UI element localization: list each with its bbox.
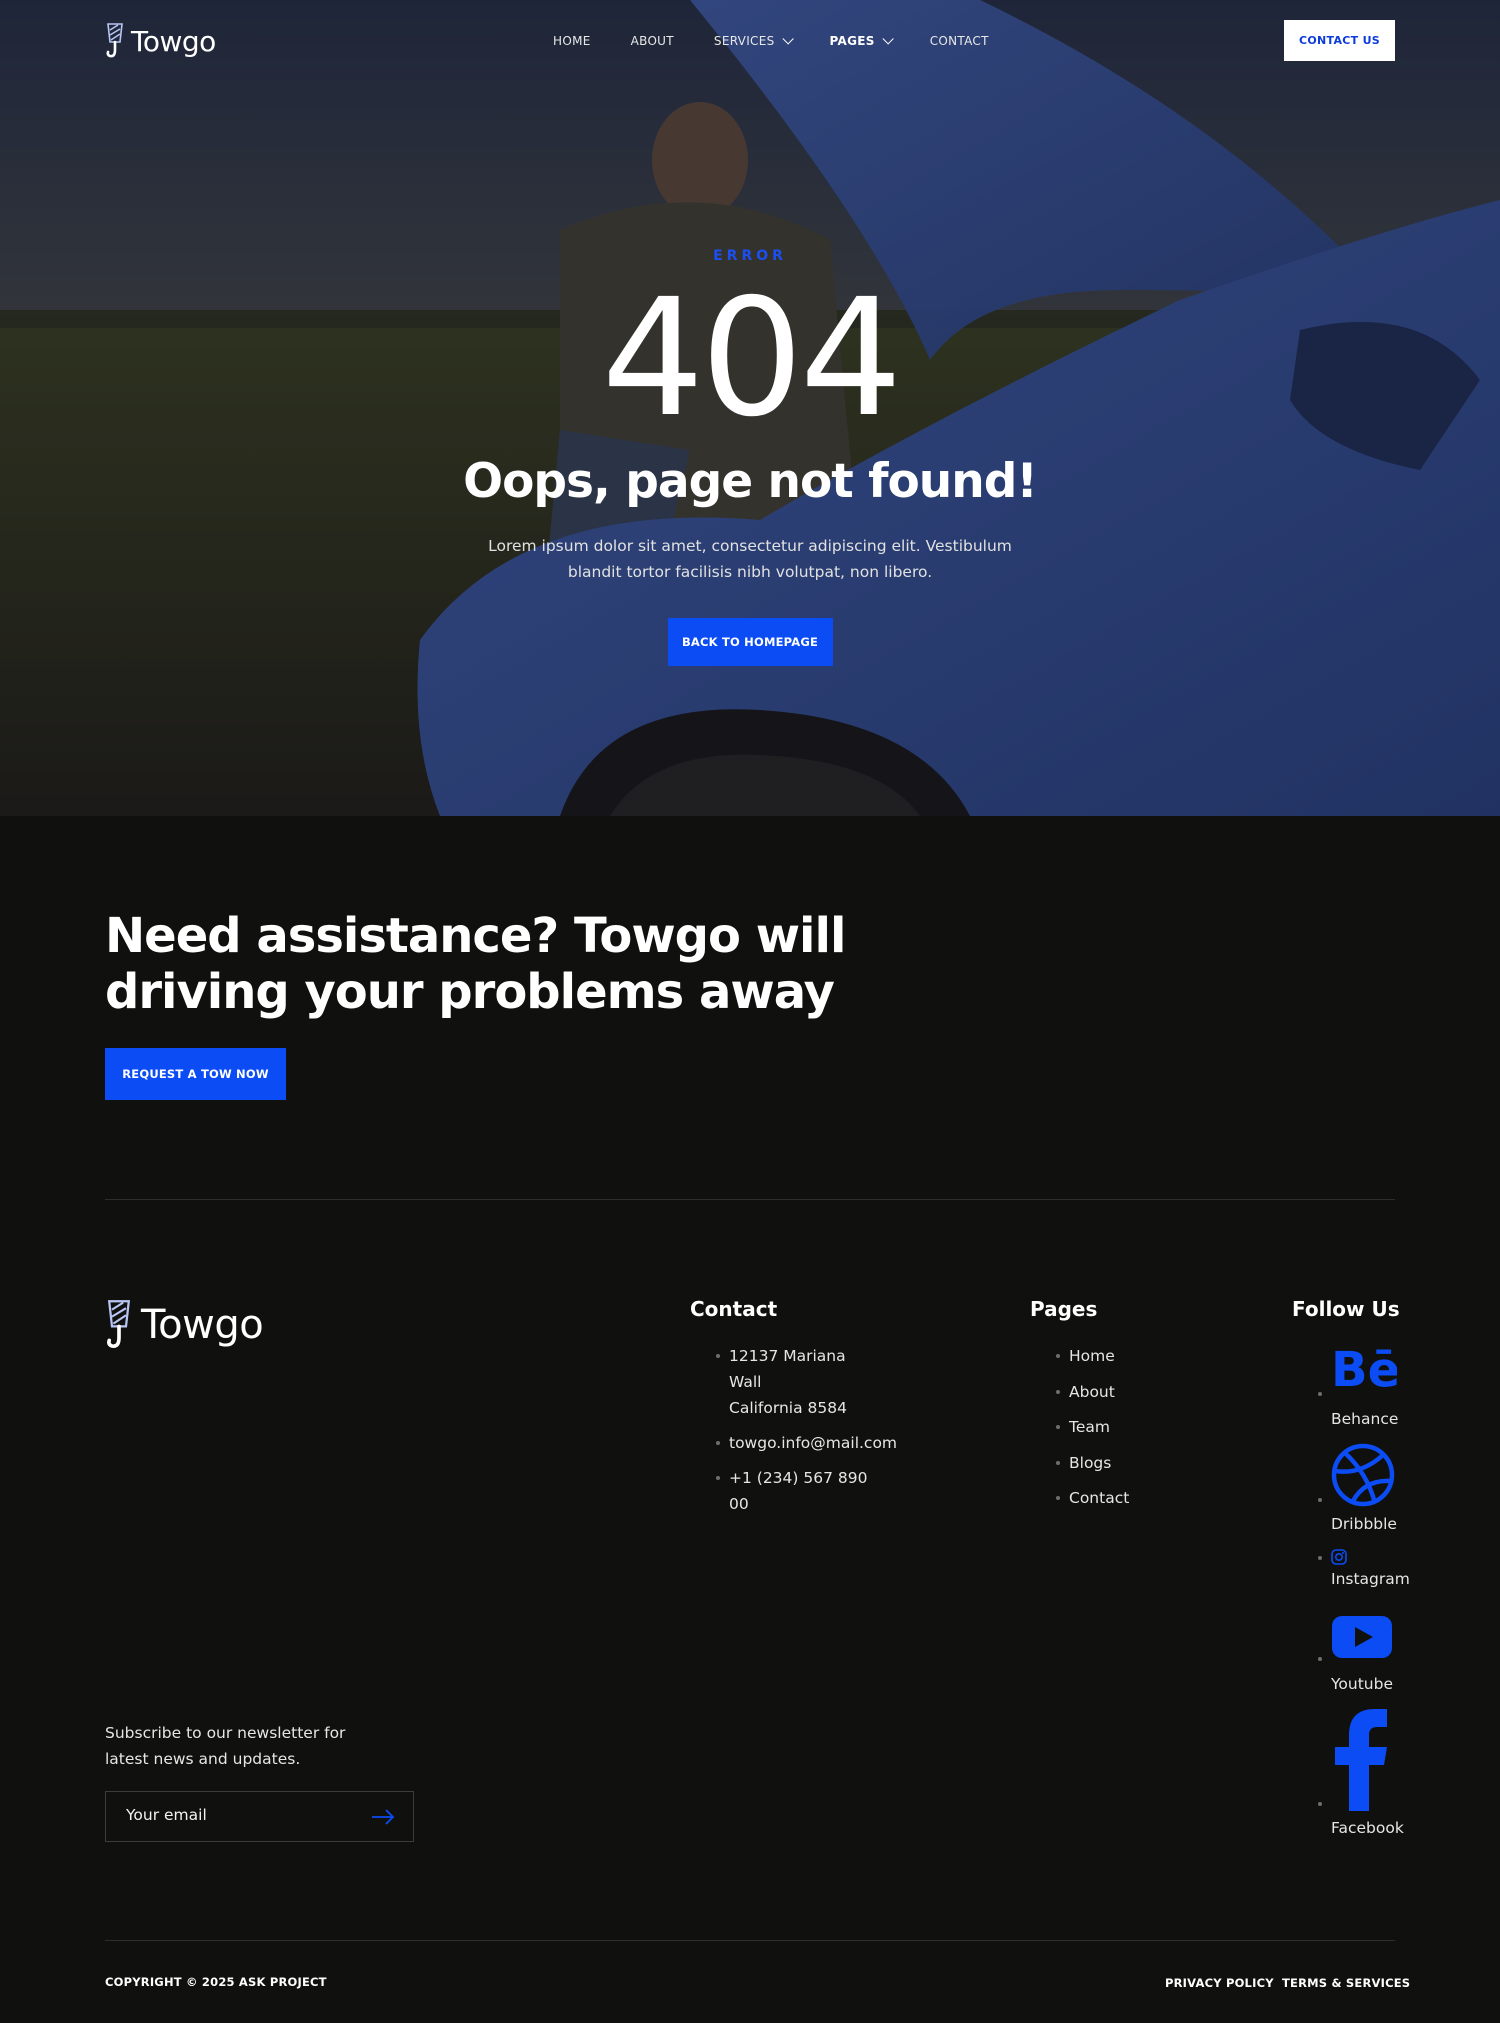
footer-link-home[interactable]: Home (1030, 1343, 1129, 1369)
assistance-heading-line2: driving your problems away (105, 964, 835, 1020)
footer-pages-title: Pages (1030, 1297, 1098, 1321)
phone-line-1: +1 (234) 567 890 (729, 1469, 868, 1487)
facebook-icon (1335, 1709, 1387, 1811)
error-description: Lorem ipsum dolor sit amet, consectetur … (488, 537, 1012, 581)
phone-line-2: 00 (729, 1495, 749, 1513)
main-menu: HOME ABOUT SERVICES PAGES CONTACT (553, 20, 1029, 62)
tow-hook-logo-icon (107, 1300, 131, 1348)
svg-text:Bē: Bē (1331, 1345, 1397, 1389)
list-bullet (1318, 1556, 1322, 1560)
footer-link-contact[interactable]: Contact (1030, 1485, 1129, 1511)
social-label-facebook: Facebook (1331, 1819, 1404, 1837)
nav-label-services: SERVICES (713, 34, 775, 48)
chevron-down-icon (781, 33, 794, 45)
dribbble-icon (1331, 1443, 1395, 1507)
brand-name: Towgo (131, 24, 216, 58)
footer-link-blogs[interactable]: Blogs (1030, 1450, 1129, 1476)
hero-section: Towgo HOME ABOUT SERVICES PAGES CONTACT … (0, 0, 1500, 816)
error-content: ERROR 404 Oops, page not found! Lorem ip… (0, 248, 1500, 666)
footer-link-about[interactable]: About (1030, 1379, 1129, 1405)
nav-label-about: ABOUT (630, 34, 674, 48)
nav-item-about[interactable]: ABOUT (631, 34, 674, 48)
chevron-down-icon (882, 33, 894, 45)
newsletter-text: Subscribe to our newsletter for latest n… (105, 1724, 346, 1768)
footer-logo[interactable]: Towgo (105, 1297, 264, 1353)
contact-phone[interactable]: +1 (234) 567 890 00 (690, 1465, 920, 1517)
list-bullet (1318, 1498, 1322, 1502)
social-label-youtube: Youtube (1331, 1675, 1393, 1693)
address-line-1: 12137 Mariana (729, 1347, 846, 1365)
top-navigation: Towgo HOME ABOUT SERVICES PAGES CONTACT … (105, 20, 1395, 62)
nav-label-pages: PAGES (829, 34, 875, 48)
footer-divider (105, 1940, 1395, 1941)
contact-email[interactable]: towgo.info@mail.com (690, 1430, 920, 1456)
copyright-text: COPYRIGHT © 2025 ASK PROJECT (105, 1975, 327, 1989)
social-label-behance: Behance (1331, 1410, 1399, 1428)
footer-contact-title: Contact (690, 1297, 778, 1321)
address-line-2: Wall (729, 1373, 762, 1391)
instagram-icon (1331, 1549, 1347, 1565)
social-label-dribbble: Dribbble (1331, 1515, 1397, 1533)
section-divider (105, 1199, 1395, 1200)
request-tow-button[interactable]: REQUEST A TOW NOW (105, 1048, 286, 1100)
footer-link-team[interactable]: Team (1030, 1414, 1129, 1440)
nav-item-pages[interactable]: PAGES (829, 33, 894, 48)
nav-item-contact[interactable]: CONTACT (930, 34, 989, 48)
privacy-policy-link[interactable]: PRIVACY POLICY (1165, 1976, 1274, 1990)
assistance-heading: Need assistance? Towgo will driving your… (105, 908, 865, 1020)
behance-icon: Bē (1331, 1345, 1397, 1389)
arrow-right-icon[interactable] (371, 1809, 395, 1825)
contact-us-button[interactable]: CONTACT US (1284, 20, 1395, 61)
nav-label-home: HOME (553, 34, 591, 48)
footer-pages-list: Home About Team Blogs Contact (1030, 1343, 1129, 1521)
back-to-homepage-button[interactable]: BACK TO HOMEPAGE (667, 618, 833, 666)
list-bullet (1318, 1392, 1322, 1396)
error-code: 404 (601, 265, 902, 453)
email-input[interactable] (126, 1806, 346, 1824)
nav-item-home[interactable]: HOME (553, 34, 591, 48)
social-label-instagram: Instagram (1331, 1570, 1410, 1588)
email-address: towgo.info@mail.com (729, 1434, 898, 1452)
page-title: Oops, page not found! (463, 454, 1038, 509)
youtube-icon (1332, 1616, 1392, 1658)
address-line-3: California 8584 (729, 1399, 847, 1417)
list-bullet (1318, 1802, 1322, 1806)
footer-contact-list: 12137 Mariana Wall California 8584 towgo… (690, 1343, 920, 1526)
contact-address: 12137 Mariana Wall California 8584 (690, 1343, 920, 1421)
assistance-heading-line1: Need assistance? Towgo will (105, 908, 846, 964)
nav-label-contact: CONTACT (929, 34, 989, 48)
tow-hook-logo-icon (106, 23, 123, 58)
error-eyebrow: ERROR (713, 248, 787, 264)
list-bullet (1318, 1657, 1322, 1661)
terms-services-link[interactable]: TERMS & SERVICES (1282, 1976, 1410, 1990)
nav-item-services[interactable]: SERVICES (713, 33, 794, 48)
newsletter-form (105, 1791, 414, 1842)
footer-follow-title: Follow Us (1292, 1297, 1400, 1321)
brand-logo[interactable]: Towgo (105, 20, 216, 62)
footer-brand-name: Towgo (141, 1302, 264, 1348)
